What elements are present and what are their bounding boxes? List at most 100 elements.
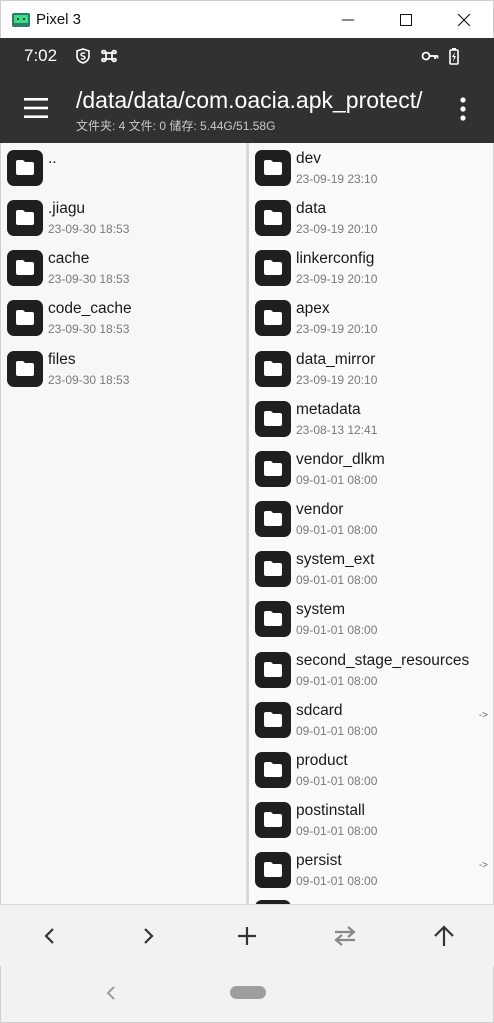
list-item[interactable]: system_ext 09-01-01 08:00: [249, 544, 493, 594]
file-date: 23-09-19 20:10: [296, 372, 378, 387]
folder-icon: [255, 701, 291, 738]
file-name: apex: [296, 300, 330, 318]
bottom-toolbar: [0, 904, 494, 966]
file-name: linkerconfig: [296, 250, 375, 268]
list-item[interactable]: dev 23-09-19 23:10: [249, 143, 493, 193]
file-name: metadata: [296, 400, 361, 418]
file-date: 09-01-01 08:00: [296, 874, 378, 889]
file-name: sdcard: [296, 701, 343, 719]
nav-home-pill[interactable]: [230, 986, 266, 999]
list-item[interactable]: data 23-09-19 20:10: [249, 193, 493, 243]
file-name: .jiagu: [48, 200, 86, 218]
file-name: product: [296, 751, 348, 769]
list-item[interactable]: ..: [1, 143, 246, 193]
maximize-button[interactable]: [377, 1, 435, 39]
list-item[interactable]: linkerconfig 23-09-19 20:10: [249, 243, 493, 293]
list-item[interactable]: vendor 09-01-01 08:00: [249, 494, 493, 544]
list-item[interactable]: postinstall 09-01-01 08:00: [249, 795, 493, 845]
file-name: cache: [48, 250, 90, 268]
list-item[interactable]: .jiagu 23-09-30 18:53: [1, 193, 246, 243]
folder-icon: [255, 551, 291, 588]
swap-icon: [334, 926, 356, 946]
list-item[interactable]: files 23-09-30 18:53: [1, 344, 246, 394]
add-icon: [238, 927, 256, 945]
file-name: vendor: [296, 501, 344, 519]
folder-icon: [7, 150, 43, 186]
folder-icon: [255, 601, 291, 638]
file-date: 23-09-19 20:10: [296, 322, 378, 337]
file-date: 09-01-01 08:00: [296, 573, 378, 588]
file-date: 23-08-13 12:41: [296, 422, 378, 437]
list-item[interactable]: persist 09-01-01 08:00 ->: [249, 845, 493, 895]
list-item[interactable]: system 09-01-01 08:00: [249, 594, 493, 644]
file-name: code_cache: [48, 300, 132, 318]
left-file-panel[interactable]: .. .jiagu 23-09-30 18:53 cache 23-09-30 18:5…: [0, 143, 246, 904]
swap-panels-button[interactable]: [328, 919, 362, 953]
nav-back-icon: [106, 986, 115, 1000]
list-item[interactable]: second_stage_resources 09-01-01 08:00: [249, 645, 493, 695]
file-name: second_stage_resources: [296, 651, 470, 669]
file-date: 23-09-30 18:53: [48, 322, 130, 337]
file-name: persist: [296, 852, 342, 870]
list-item[interactable]: sdcard 09-01-01 08:00 ->: [249, 695, 493, 745]
folder-icon: [255, 400, 291, 437]
file-date: 23-09-19 20:10: [296, 272, 378, 287]
list-item[interactable]: apex 23-09-19 20:10: [249, 293, 493, 343]
close-icon: [458, 14, 470, 26]
file-date: 09-01-01 08:00: [296, 523, 378, 538]
hamburger-menu-icon: [24, 98, 48, 118]
close-button[interactable]: [435, 1, 493, 39]
file-date: 23-09-19 20:10: [296, 222, 378, 237]
list-item[interactable]: metadata 23-08-13 12:41: [249, 394, 493, 444]
app-bar: /data/data/com.oacia.apk_protect/ 文件夹: 4…: [0, 74, 494, 143]
file-date: 23-09-19 23:10: [296, 172, 378, 186]
folder-icon: [255, 801, 291, 838]
maximize-icon: [400, 14, 412, 26]
folder-icon: [255, 300, 291, 337]
up-directory-button[interactable]: [427, 919, 461, 953]
folder-icon: [7, 300, 43, 337]
nav-back-button[interactable]: [101, 982, 121, 1004]
back-button[interactable]: [33, 919, 67, 953]
back-icon: [44, 928, 54, 944]
folder-icon: [255, 350, 291, 387]
list-item[interactable]: vendor_dlkm 09-01-01 08:00: [249, 444, 493, 494]
folder-icon: [7, 250, 43, 287]
folder-icon: [255, 501, 291, 538]
menu-button[interactable]: [14, 88, 58, 128]
forward-button[interactable]: [131, 919, 165, 953]
file-date: 09-01-01 08:00: [296, 673, 378, 688]
command-icon: [100, 47, 118, 65]
list-item[interactable]: cache 23-09-30 18:53: [1, 243, 246, 293]
up-icon: [434, 925, 454, 946]
list-item[interactable]: code_cache 23-09-30 18:53: [1, 293, 246, 343]
file-date: 09-01-01 08:00: [296, 823, 378, 838]
file-name: data_mirror: [296, 350, 376, 368]
folder-icon: [255, 751, 291, 788]
folder-icon: [255, 852, 291, 889]
list-item[interactable]: product 09-01-01 08:00: [249, 745, 493, 795]
more-vert-icon: [460, 97, 466, 121]
window-title-bar: Pixel 3: [0, 0, 494, 38]
file-date: 09-01-01 08:00: [296, 472, 378, 487]
folder-icon: [7, 200, 43, 237]
status-time: 7:02: [24, 46, 58, 65]
symlink-indicator: ->: [478, 860, 488, 872]
folder-icon: [255, 651, 291, 688]
key-icon: [421, 47, 439, 65]
file-name: system: [296, 601, 346, 619]
file-name: postinstall: [296, 801, 365, 819]
minimize-button[interactable]: [319, 1, 377, 39]
file-name: system_ext: [296, 551, 375, 569]
folder-icon: [7, 350, 43, 387]
more-options-button[interactable]: [448, 92, 478, 126]
folder-icon: [255, 450, 291, 487]
add-button[interactable]: [230, 919, 264, 953]
right-file-panel[interactable]: dev 23-09-19 23:10 data 23-09-19 20:10 linke…: [249, 143, 494, 904]
file-date: 23-09-30 18:53: [48, 272, 130, 287]
file-name: files: [48, 350, 76, 368]
shield-s-icon: [74, 47, 92, 65]
list-item[interactable]: data_mirror 23-09-19 20:10: [249, 344, 493, 394]
minimize-icon: [342, 19, 354, 21]
file-name: vendor_dlkm: [296, 450, 385, 468]
